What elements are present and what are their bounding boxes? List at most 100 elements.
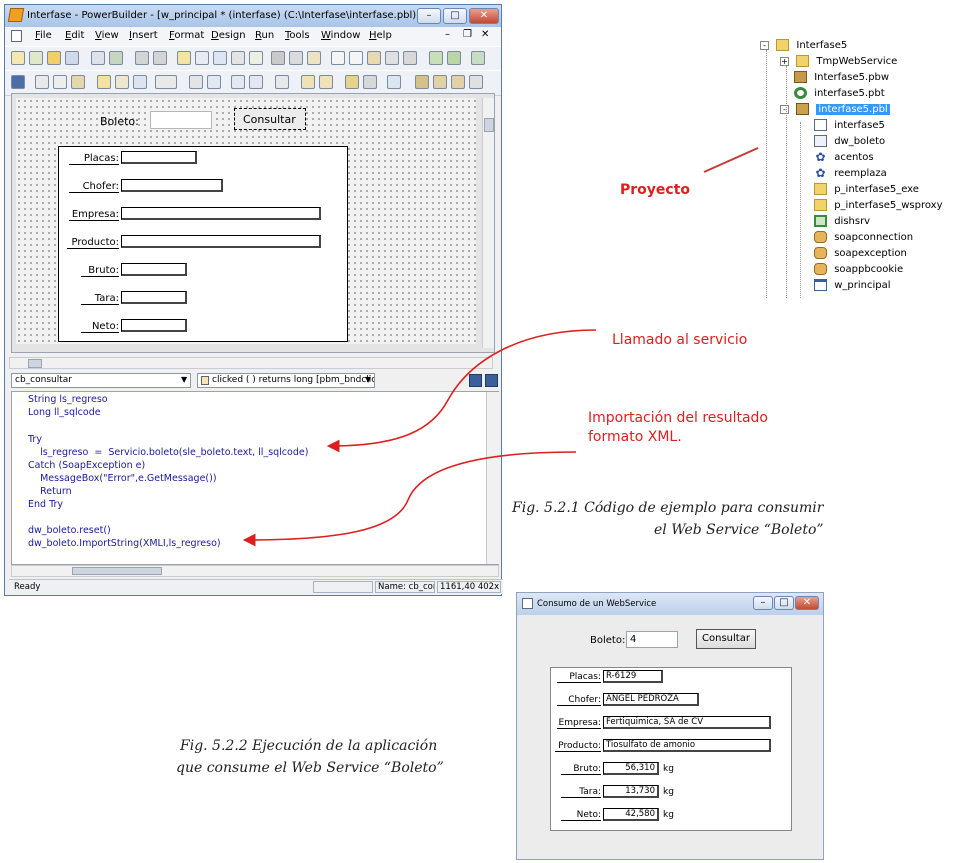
horizontal-scrollbar[interactable]	[9, 357, 493, 369]
object-dropdown[interactable]: cb_consultar	[11, 373, 191, 388]
event-dropdown[interactable]: clicked ( ) returns long [pbm_bndclicke	[197, 373, 375, 388]
deploy-icon[interactable]	[153, 51, 167, 65]
maximize-button[interactable]: □	[774, 596, 794, 610]
close-button[interactable]: ✕	[469, 8, 499, 24]
bruto-field[interactable]: 56,310	[603, 762, 659, 775]
build-icon[interactable]	[135, 51, 149, 65]
empresa-field[interactable]	[121, 207, 321, 220]
collapse-icon[interactable]: -	[780, 104, 789, 114]
chevron-down-icon[interactable]: ▼	[365, 375, 371, 384]
bruto-field[interactable]	[121, 263, 187, 276]
tree-item[interactable]: soapexception	[814, 246, 907, 262]
minimize-button[interactable]: –	[417, 8, 441, 24]
vertical-scrollbar[interactable]	[482, 98, 494, 348]
tree-item[interactable]: ✿ acentos	[814, 150, 873, 166]
tree-item[interactable]: soapconnection	[814, 230, 913, 246]
tree-item[interactable]: p_interfase5_exe	[814, 182, 919, 198]
chevron-down-icon[interactable]: ▼	[181, 375, 187, 384]
tree-item[interactable]: + TmpWebService	[780, 54, 897, 70]
new-icon[interactable]	[11, 51, 25, 65]
tree-item[interactable]: soappbcookie	[814, 262, 903, 278]
debug-icon[interactable]	[385, 51, 399, 65]
properties-icon[interactable]	[133, 75, 147, 89]
boleto-input[interactable]: 4	[626, 631, 678, 648]
tab-order-icon[interactable]	[189, 75, 203, 89]
mdi-restore-icon[interactable]: ❐	[463, 29, 472, 40]
tara-field[interactable]	[121, 291, 187, 304]
tree-item[interactable]: dw_boleto	[814, 134, 885, 150]
tree-item-selected[interactable]: - interfase5.pbl	[780, 102, 890, 118]
save-icon[interactable]	[11, 75, 25, 89]
code-vertical-scrollbar[interactable]	[486, 392, 499, 564]
stop-icon[interactable]	[403, 51, 417, 65]
db-profile-icon[interactable]	[289, 51, 303, 65]
close-button[interactable]: ✕	[795, 596, 819, 610]
scroll-thumb[interactable]	[28, 359, 42, 368]
tools-icon[interactable]	[363, 75, 377, 89]
align-icon[interactable]	[207, 75, 221, 89]
run-icon[interactable]	[367, 51, 381, 65]
menu-format[interactable]: Format	[169, 30, 204, 41]
exit-icon[interactable]	[471, 51, 485, 65]
scroll-thumb[interactable]	[484, 118, 494, 132]
gear-icon[interactable]	[429, 51, 443, 65]
binary2-icon[interactable]	[349, 51, 363, 65]
control-dropdown-icon[interactable]	[155, 75, 177, 89]
producto-field[interactable]	[121, 235, 321, 248]
expand-icon[interactable]: +	[780, 56, 789, 66]
chofer-field[interactable]	[121, 179, 223, 192]
painter-icon[interactable]	[177, 51, 191, 65]
size-icon[interactable]	[231, 75, 245, 89]
datawindow-icon[interactable]	[195, 51, 209, 65]
brush-icon[interactable]	[345, 75, 359, 89]
menu-help[interactable]: Help	[369, 30, 392, 41]
comment-icon[interactable]	[301, 75, 315, 89]
puzzle-icon[interactable]	[447, 51, 461, 65]
tara-field[interactable]: 13,730	[603, 785, 659, 798]
chofer-field[interactable]: ANGEL PEDROZA	[603, 693, 699, 706]
tree-item[interactable]: dishsrv	[814, 214, 870, 230]
database-icon[interactable]	[271, 51, 285, 65]
scroll-thumb[interactable]	[72, 567, 162, 575]
neto-field[interactable]	[121, 319, 187, 332]
dw-boleto-control[interactable]: Placas: Chofer: Empresa: Producto: Bruto…	[58, 146, 348, 342]
tree-item[interactable]: interfase5.pbt	[794, 86, 885, 102]
script-icon[interactable]	[249, 51, 263, 65]
script-editor[interactable]: String ls_regreso Long ll_sqlcode Try ls…	[11, 391, 499, 565]
window-icon[interactable]	[213, 51, 227, 65]
open-icon[interactable]	[47, 51, 61, 65]
sql-icon[interactable]	[307, 51, 321, 65]
browser-icon[interactable]	[91, 51, 105, 65]
puzzle2-icon[interactable]	[415, 75, 429, 89]
menu-design[interactable]: Design	[211, 30, 246, 41]
redo-icon[interactable]	[115, 75, 129, 89]
split-view2-icon[interactable]	[485, 374, 498, 387]
menu-file[interactable]: File	[35, 30, 52, 41]
menu-insert[interactable]: Insert	[129, 30, 158, 41]
cut-icon[interactable]	[35, 75, 49, 89]
binary-icon[interactable]	[331, 51, 345, 65]
object-icon[interactable]	[433, 75, 447, 89]
tree-item[interactable]: Interfase5.pbw	[794, 70, 889, 86]
uncomment-icon[interactable]	[319, 75, 333, 89]
paste-icon[interactable]	[71, 75, 85, 89]
consultar-button[interactable]: Consultar	[696, 629, 756, 649]
consultar-button[interactable]: Consultar	[234, 108, 306, 130]
copy-icon[interactable]	[53, 75, 67, 89]
list-icon[interactable]	[275, 75, 289, 89]
tree-item[interactable]: w_principal	[814, 278, 890, 294]
tree-item[interactable]: ✿ reemplaza	[814, 166, 886, 182]
menu-painter-icon[interactable]	[231, 51, 245, 65]
mdi-minimize-icon[interactable]: –	[445, 29, 450, 40]
boleto-input[interactable]	[150, 111, 212, 129]
menu-edit[interactable]: Edit	[65, 30, 84, 41]
window-canvas[interactable]: Boleto: Consultar Placas: Chofer: Empres…	[16, 98, 476, 344]
code-horizontal-scrollbar[interactable]	[11, 565, 499, 577]
preview-icon[interactable]	[65, 51, 79, 65]
inherit-icon[interactable]	[29, 51, 43, 65]
library-icon[interactable]	[109, 51, 123, 65]
placas-field[interactable]: R-6129	[603, 670, 663, 683]
minimize-button[interactable]: –	[753, 596, 773, 610]
empresa-field[interactable]: Fertiquimica, SA de CV	[603, 716, 771, 729]
menu-window[interactable]: Window	[321, 30, 360, 41]
